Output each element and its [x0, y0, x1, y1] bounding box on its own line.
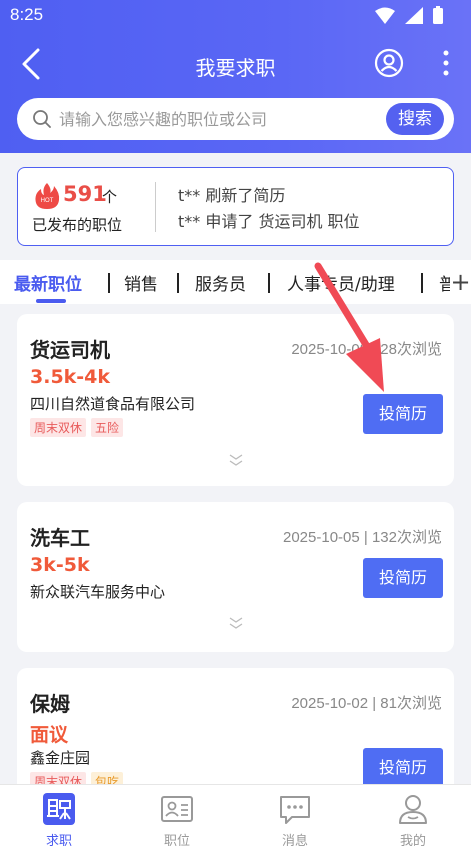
hot-fire-icon: HOT: [35, 183, 60, 209]
activity-item: t** 刷新了简历: [178, 186, 286, 205]
job-title: 保姆: [30, 692, 70, 716]
job-title: 货运司机: [30, 338, 110, 362]
job-tags: 周末双休 五险: [30, 418, 124, 437]
battery-icon: [433, 6, 443, 24]
user-profile-icon[interactable]: [374, 48, 404, 78]
job-company: 四川自然道食品有限公司: [30, 395, 196, 413]
bottom-nav-label: 职位: [163, 834, 190, 846]
hot-badge-text: HOT: [41, 198, 54, 204]
job-salary: 3k-5k: [30, 554, 90, 576]
wifi-icon: [375, 7, 395, 24]
stats-panel: HOT 591 个 已发布的职位 t** 刷新了简历 t** 申请了 货运司机 …: [17, 167, 454, 246]
nav-bar: 我要求职: [0, 40, 471, 90]
job-tag: 周末双休: [30, 418, 87, 437]
status-bar: 8:25: [0, 0, 471, 32]
search-input[interactable]: [59, 98, 389, 140]
tab-divider: [421, 273, 423, 293]
bottom-nav-profile[interactable]: 我的: [354, 785, 471, 846]
job-count-unit: 个: [102, 188, 118, 206]
status-time: 8:25: [10, 5, 44, 24]
job-tag: 包吃: [91, 772, 124, 784]
job-count: 591: [63, 182, 107, 206]
position-card-icon: [161, 796, 193, 822]
job-card[interactable]: 保姆 2025-10-02 | 81次浏览 面议 鑫金庄园 周末双休 包吃 投简…: [17, 668, 454, 784]
more-vertical-icon[interactable]: [436, 48, 456, 78]
active-tab-indicator: [36, 299, 66, 303]
bottom-nav-label: 消息: [281, 834, 308, 846]
signal-icon: [405, 6, 423, 24]
job-salary: 面议: [30, 724, 69, 746]
apply-resume-button[interactable]: 投简历: [363, 748, 443, 784]
job-card[interactable]: 洗车工 2025-10-05 | 132次浏览 3k-5k 新众联汽车服务中心 …: [17, 502, 454, 652]
message-icon: [280, 796, 310, 824]
stats-divider: [155, 182, 156, 232]
tab-waiter[interactable]: 服务员: [195, 270, 246, 295]
tab-hr-assistant[interactable]: 人事专员/助理: [287, 270, 395, 295]
status-icons: [375, 6, 443, 24]
expand-chevron-icon[interactable]: [227, 615, 245, 631]
job-date-views: 2025-10-05 | 132次浏览: [283, 529, 442, 546]
job-date-views: 2025-10-08 | 28次浏览: [291, 341, 442, 358]
bottom-nav: 求职 职位 消息 我的: [0, 784, 471, 846]
tab-divider: [268, 273, 270, 293]
job-salary: 3.5k-4k: [30, 366, 111, 388]
bottom-nav-messages[interactable]: 消息: [236, 785, 354, 846]
bottom-nav-label: 求职: [45, 834, 72, 846]
apply-resume-button[interactable]: 投简历: [363, 558, 443, 598]
bottom-nav-job-seek[interactable]: 求职: [0, 785, 118, 846]
job-tag: 五险: [91, 418, 124, 437]
job-company: 新众联汽车服务中心: [30, 583, 166, 601]
job-seek-icon: [43, 793, 75, 825]
search-bar: 搜索: [17, 98, 454, 140]
tab-divider: [177, 273, 179, 293]
tab-divider: [108, 273, 110, 293]
header: 8:25 我要求职 搜索: [0, 0, 471, 153]
job-list: 货运司机 2025-10-08 | 28次浏览 3.5k-4k 四川自然道食品有…: [0, 304, 471, 784]
job-title: 洗车工: [30, 526, 90, 550]
add-category-icon[interactable]: +: [450, 268, 471, 296]
job-count-label: 已发布的职位: [32, 216, 123, 234]
profile-icon: [399, 795, 427, 824]
bottom-nav-positions[interactable]: 职位: [118, 785, 236, 846]
job-tags: 周末双休 包吃: [30, 772, 124, 784]
expand-chevron-icon[interactable]: [227, 452, 245, 468]
tab-sales[interactable]: 销售: [124, 270, 158, 295]
job-tag: 周末双休: [30, 772, 87, 784]
apply-resume-button[interactable]: 投简历: [363, 394, 443, 434]
category-tabs: 最新职位 销售 服务员 人事专员/助理 普 +: [0, 260, 471, 304]
activity-item: t** 申请了 货运司机 职位: [178, 212, 360, 231]
tab-latest[interactable]: 最新职位: [14, 270, 82, 295]
search-icon: [33, 110, 51, 128]
bottom-nav-label: 我的: [399, 834, 426, 846]
search-button[interactable]: 搜索: [386, 103, 444, 135]
job-date-views: 2025-10-02 | 81次浏览: [291, 695, 442, 712]
job-company: 鑫金庄园: [30, 749, 91, 767]
job-card[interactable]: 货运司机 2025-10-08 | 28次浏览 3.5k-4k 四川自然道食品有…: [17, 314, 454, 486]
